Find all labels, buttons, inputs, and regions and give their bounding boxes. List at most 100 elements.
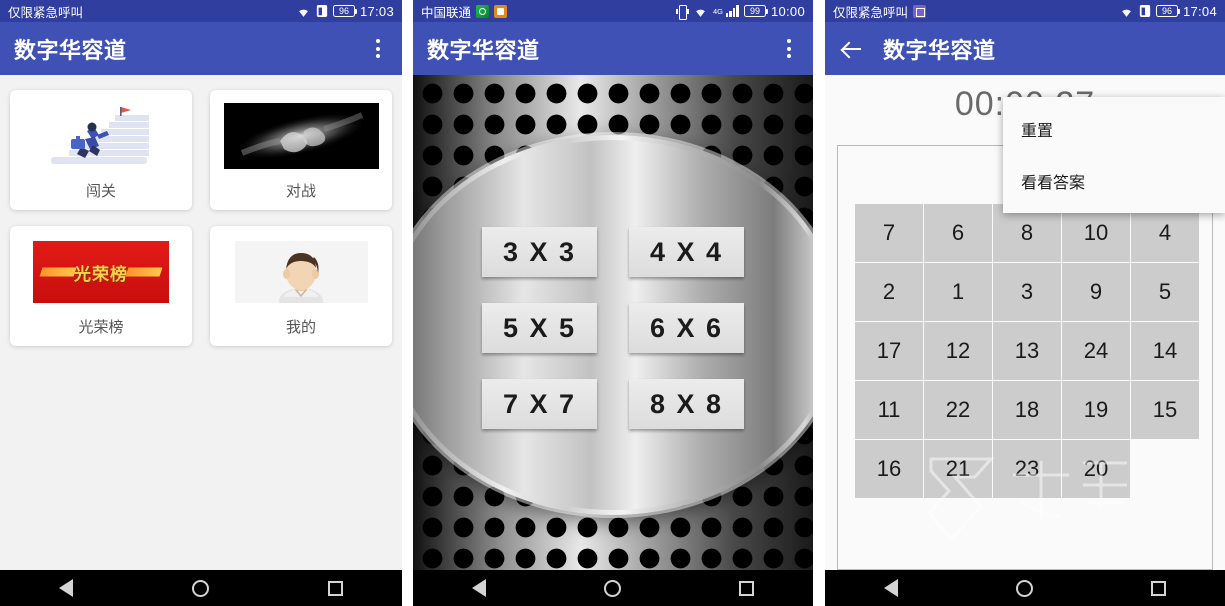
battery-level: 96 (1161, 5, 1172, 16)
recents-square-icon[interactable] (739, 580, 754, 596)
size-button-4x4[interactable]: 4 X 4 (629, 227, 744, 277)
back-triangle-icon[interactable] (59, 579, 74, 597)
vibrate-icon (675, 4, 688, 20)
tile[interactable]: 7 (855, 204, 923, 262)
back-triangle-icon[interactable] (884, 579, 898, 597)
overflow-menu-icon[interactable] (368, 39, 388, 58)
tile[interactable]: 2 (855, 263, 923, 321)
recents-square-icon[interactable] (1151, 580, 1166, 596)
tile[interactable]: 9 (1062, 263, 1130, 321)
clock-label: 17:04 (1182, 3, 1217, 19)
app-notification-icon-purple (913, 4, 927, 18)
screen-size-select: 中国联通 4G 99 10:00 数字华容道 3 X 3 4 X 4 5 X 5… (413, 0, 813, 606)
tile[interactable]: 3 (993, 263, 1061, 321)
app-bar-3: 数字华容道 (825, 22, 1225, 75)
overflow-menu-popup: 重置 看看答案 (1003, 97, 1225, 213)
tile[interactable]: 24 (1062, 322, 1130, 380)
tile[interactable]: 19 (1062, 381, 1130, 439)
tile[interactable]: 11 (855, 381, 923, 439)
app-notification-icon-green (476, 4, 490, 18)
size-button-6x6[interactable]: 6 X 6 (629, 303, 744, 353)
card-profile[interactable]: 我的 (210, 226, 392, 346)
status-left-3: 仅限紧急呼叫 (833, 2, 927, 21)
tile[interactable]: 17 (855, 322, 923, 380)
tile[interactable]: 23 (993, 440, 1061, 498)
app-title-2: 数字华容道 (427, 37, 540, 63)
status-right-3: 96 17:04 (1119, 4, 1217, 19)
card-challenge[interactable]: 闯关 (10, 90, 192, 210)
card-battle[interactable]: 对战 (210, 90, 392, 210)
sim-card-icon (1139, 5, 1151, 17)
puzzle-content: 00:00:27 7 6 8 10 4 2 1 3 9 5 17 12 13 2… (825, 75, 1225, 606)
size-button-3x3[interactable]: 3 X 3 (482, 227, 597, 277)
overflow-menu-icon[interactable] (779, 39, 799, 58)
status-bar-2: 中国联通 4G 99 10:00 (413, 0, 813, 22)
wifi-icon (1122, 9, 1131, 17)
network-type-label: 4G (712, 6, 723, 16)
tile[interactable]: 1 (924, 263, 992, 321)
fist-bump-photo (223, 103, 379, 169)
ribbon-right-icon (125, 267, 163, 277)
clock-label: 17:03 (359, 3, 394, 19)
carrier-label: 中国联通 (421, 5, 472, 20)
battery-icon: 96 (332, 5, 357, 17)
tile[interactable]: 16 (855, 440, 923, 498)
mode-card-grid: 闯关 对战 光荣榜 光荣榜 我的 (10, 90, 392, 346)
card-thumb-profile (220, 238, 382, 306)
user-avatar (234, 241, 368, 303)
honor-roll-banner: 光荣榜 (33, 241, 169, 303)
status-right-2: 4G 99 10:00 (675, 4, 805, 20)
android-nav-bar-3 (825, 570, 1225, 606)
app-title-3: 数字华容道 (883, 37, 996, 63)
card-label: 光荣榜 (78, 319, 124, 336)
recents-square-icon[interactable] (327, 580, 343, 596)
home-circle-icon[interactable] (191, 579, 209, 597)
wifi-icon (696, 9, 705, 17)
tile[interactable]: 6 (924, 204, 992, 262)
size-button-7x7[interactable]: 7 X 7 (482, 379, 597, 429)
home-content: 闯关 对战 光荣榜 光荣榜 我的 (0, 75, 402, 606)
puzzle-tile-grid: 7 6 8 10 4 2 1 3 9 5 17 12 13 24 14 11 2 (855, 204, 1199, 498)
size-button-5x5[interactable]: 5 X 5 (482, 303, 597, 353)
menu-item-reset[interactable]: 重置 (1003, 103, 1225, 155)
tile[interactable]: 20 (1062, 440, 1130, 498)
tile[interactable]: 18 (993, 381, 1061, 439)
tile[interactable]: 12 (924, 322, 992, 380)
honor-banner-text: 光荣榜 (74, 264, 128, 284)
android-nav-bar-2 (413, 570, 813, 606)
home-circle-icon[interactable] (604, 579, 621, 597)
status-left-2: 中国联通 (421, 2, 508, 21)
tile[interactable]: 21 (924, 440, 992, 498)
tile[interactable]: 14 (1131, 322, 1199, 380)
status-left-1: 仅限紧急呼叫 (8, 2, 83, 21)
menu-item-show-answer[interactable]: 看看答案 (1003, 155, 1225, 207)
battery-icon: 99 (743, 5, 768, 17)
size-button-8x8[interactable]: 8 X 8 (629, 379, 744, 429)
back-arrow-icon[interactable] (839, 36, 865, 62)
stairs-climber-illustration (20, 102, 182, 170)
size-button-grid: 3 X 3 4 X 4 5 X 5 6 X 6 7 X 7 8 X 8 (413, 227, 813, 429)
tile-empty-slot[interactable] (1131, 440, 1199, 498)
card-thumb-honor: 光荣榜 (20, 238, 182, 306)
android-nav-bar-1 (0, 570, 402, 606)
screen-puzzle-board: 仅限紧急呼叫 96 17:04 数字华容道 00 (825, 0, 1225, 606)
tile[interactable]: 13 (993, 322, 1061, 380)
tile[interactable]: 5 (1131, 263, 1199, 321)
carrier-label: 仅限紧急呼叫 (833, 5, 909, 20)
size-select-content: 3 X 3 4 X 4 5 X 5 6 X 6 7 X 7 8 X 8 (413, 75, 813, 606)
carrier-label: 仅限紧急呼叫 (8, 5, 84, 20)
screen-divider-2 (813, 0, 825, 606)
app-bar-1: 数字华容道 (0, 22, 402, 75)
home-circle-icon[interactable] (1016, 579, 1033, 597)
screen-home: 仅限紧急呼叫 96 17:03 数字华容道 闯关 对战 光荣榜 光荣榜 我的 (0, 0, 402, 606)
tile[interactable]: 22 (924, 381, 992, 439)
tile[interactable]: 15 (1131, 381, 1199, 439)
screen-divider-1 (402, 0, 413, 606)
back-triangle-icon[interactable] (472, 579, 486, 597)
status-right-1: 96 17:03 (296, 4, 394, 19)
card-honor-roll[interactable]: 光荣榜 光荣榜 (10, 226, 192, 346)
sim-card-icon (316, 5, 328, 17)
app-bar-2: 数字华容道 (413, 22, 813, 75)
screenshot-root: 仅限紧急呼叫 96 17:03 数字华容道 闯关 对战 光荣榜 光荣榜 我的 中… (0, 0, 1225, 606)
status-bar-1: 仅限紧急呼叫 96 17:03 (0, 0, 402, 22)
